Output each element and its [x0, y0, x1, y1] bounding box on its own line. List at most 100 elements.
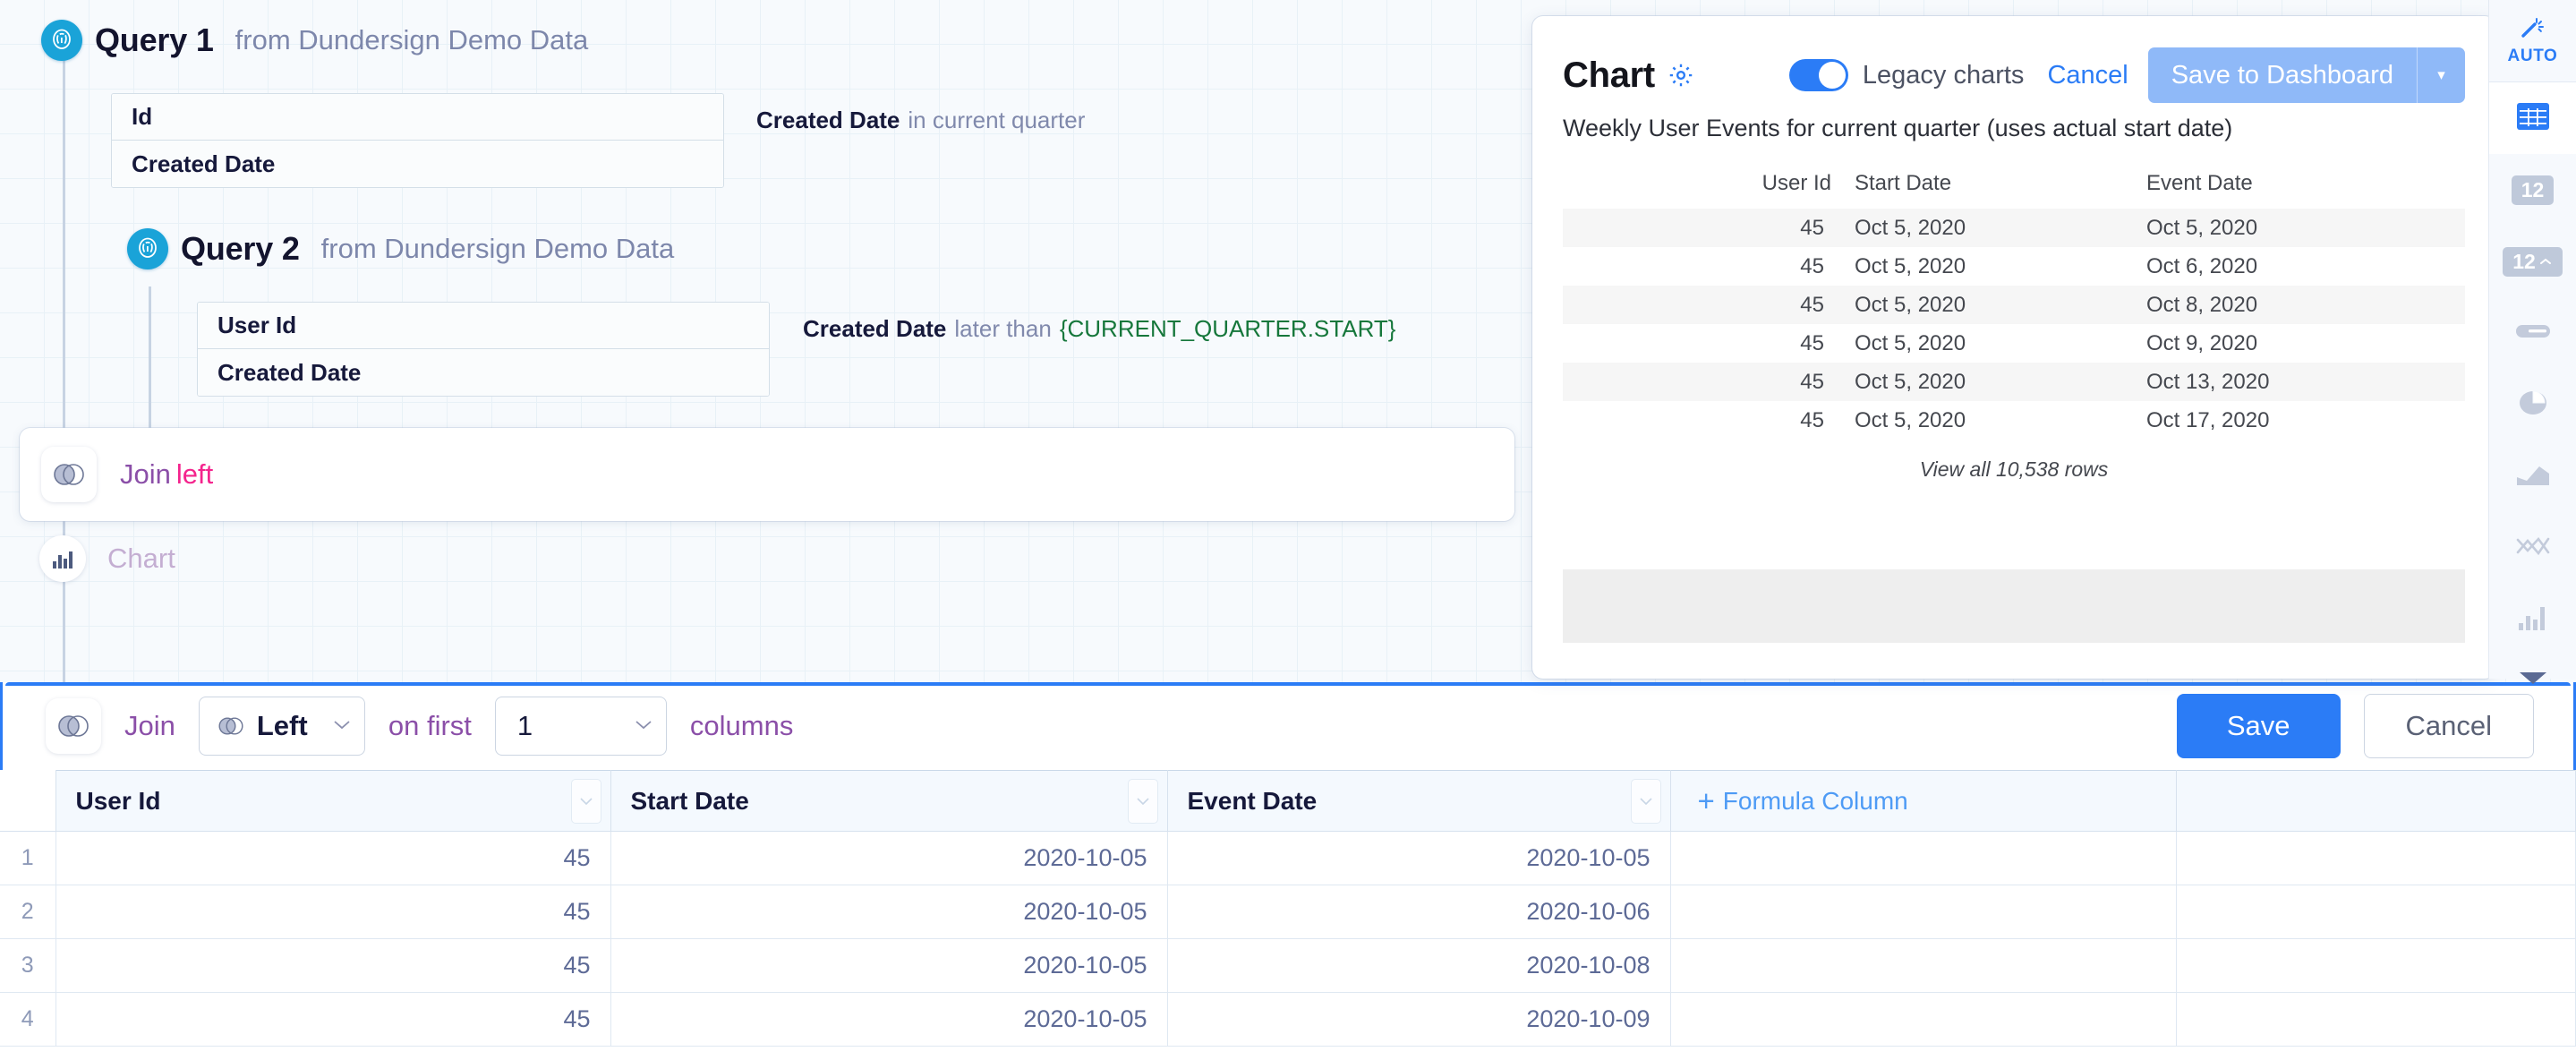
join-columns-select[interactable]: 1 — [494, 697, 667, 756]
cell-user-id[interactable]: 45 — [55, 938, 611, 993]
cell-user-id[interactable]: 45 — [55, 831, 611, 885]
view-all-rows-link[interactable]: View all 10,538 rows — [1563, 457, 2465, 482]
table-row[interactable]: 4 45 2020-10-05 2020-10-09 — [0, 992, 2576, 1047]
legacy-charts-label: Legacy charts — [1862, 60, 2025, 90]
query-2-field-1[interactable]: Created Date — [198, 349, 769, 396]
rail-item-table[interactable] — [2488, 82, 2576, 154]
rail-item-progress[interactable] — [2489, 297, 2576, 369]
table-row[interactable]: 3 45 2020-10-05 2020-10-08 — [0, 938, 2576, 993]
cell-event-date[interactable]: 2020-10-05 — [1166, 831, 1671, 885]
cell-user-id: 45 — [1563, 286, 1831, 324]
rail-item-number-trend[interactable]: 12 — [2489, 226, 2576, 297]
cell-blank — [2175, 831, 2576, 885]
query-2-title: Query 2 — [181, 230, 300, 267]
grid-col-user-id[interactable]: User Id — [55, 770, 611, 832]
chevron-down-icon[interactable] — [1630, 779, 1661, 824]
rail-item-more[interactable] — [2489, 659, 2576, 700]
grid-col-start-date-label: Start Date — [630, 786, 749, 815]
cell-start-date[interactable]: 2020-10-05 — [610, 831, 1168, 885]
table-row: 45 Oct 5, 2020 Oct 5, 2020 — [1563, 209, 2465, 247]
progress-bar-icon — [2515, 323, 2550, 344]
query-1-field-0[interactable]: Id — [112, 94, 723, 141]
rail-item-number[interactable]: 12 — [2489, 154, 2576, 226]
rail-item-area[interactable] — [2489, 440, 2576, 512]
chart-panel-actions: Legacy charts Cancel Save to Dashboard ▾ — [1788, 47, 2465, 103]
chart-col-start-date: Start Date — [1855, 171, 1952, 195]
area-chart-icon — [2516, 463, 2550, 491]
query-2-filter-value: {CURRENT_QUARTER.START} — [1059, 315, 1396, 342]
query-2-source-prefix: from — [320, 233, 377, 264]
cell-formula[interactable] — [1669, 938, 2177, 993]
gear-icon[interactable] — [1668, 62, 1694, 89]
query-1-filter-field: Created Date — [756, 107, 900, 133]
cell-formula[interactable] — [1669, 992, 2177, 1047]
cell-formula[interactable] — [1669, 831, 2177, 885]
chart-panel-footer-placeholder — [1563, 569, 2465, 643]
cell-user-id: 45 — [1800, 253, 1824, 278]
cell-start-date[interactable]: 2020-10-05 — [610, 992, 1168, 1047]
add-formula-column-button[interactable]: + Formula Column — [1669, 770, 2177, 832]
join-card[interactable]: Join left — [20, 428, 1514, 521]
join-editor-toolbar: Join Left on first 1 columns Save Cancel — [0, 682, 2576, 770]
chevron-down-icon[interactable] — [1127, 779, 1158, 824]
cell-event-date[interactable]: 2020-10-08 — [1166, 938, 1671, 993]
query-2-filter[interactable]: Created Date later than {CURRENT_QUARTER.S… — [803, 317, 1395, 340]
cell-event-date: Oct 9, 2020 — [2146, 330, 2258, 355]
cell-start-date: Oct 5, 2020 — [1855, 330, 1966, 355]
query-1-filter[interactable]: Created Date in current quarter — [756, 108, 1085, 132]
cell-start-date: Oct 5, 2020 — [1831, 363, 2127, 401]
cell-user-id[interactable]: 45 — [55, 992, 611, 1047]
chevron-down-icon[interactable]: ▾ — [2417, 47, 2465, 103]
venn-left-join-icon[interactable] — [46, 698, 101, 754]
save-to-dashboard-button[interactable]: Save to Dashboard ▾ — [2147, 47, 2465, 103]
chart-cancel-link[interactable]: Cancel — [2047, 61, 2128, 90]
cell-start-date: Oct 5, 2020 — [1831, 209, 2127, 247]
chart-col-event-date: Event Date — [2146, 171, 2253, 195]
rail-item-auto[interactable]: AUTO — [2488, 0, 2576, 82]
cell-start-date: Oct 5, 2020 — [1831, 286, 2127, 324]
join-type-select[interactable]: Left — [198, 697, 365, 756]
cell-user-id[interactable]: 45 — [55, 885, 611, 939]
cell-start-date[interactable]: 2020-10-05 — [610, 885, 1168, 939]
join-card-word: Join — [120, 458, 171, 490]
rail-item-pie[interactable] — [2489, 369, 2576, 440]
cell-start-date[interactable]: 2020-10-05 — [610, 938, 1168, 993]
chart-panel: Chart Legacy charts Cancel Save to Dashb… — [1532, 16, 2495, 679]
query-1-field-1[interactable]: Created Date — [112, 141, 723, 187]
chart-panel-subtitle: Weekly User Events for current quarter (… — [1563, 115, 2233, 141]
cell-user-id: 45 — [1800, 330, 1824, 355]
cell-blank — [2175, 938, 2576, 993]
cancel-button[interactable]: Cancel — [2363, 694, 2534, 758]
table-row[interactable]: 2 45 2020-10-05 2020-10-06 — [0, 885, 2576, 939]
table-row[interactable]: 1 45 2020-10-05 2020-10-05 — [0, 831, 2576, 885]
query-1-source: Dundersign Demo Data — [298, 24, 589, 56]
cell-event-date[interactable]: 2020-10-09 — [1166, 992, 1671, 1047]
query-2-fields[interactable]: User Id Created Date — [197, 302, 770, 397]
join-card-label: Join left — [120, 458, 213, 491]
rail-item-number-label: 12 — [2521, 177, 2545, 201]
query-node-2[interactable]: Query 2 from Dundersign Demo Data — [127, 228, 674, 269]
rail-item-line[interactable] — [2489, 512, 2576, 584]
query-2-field-0[interactable]: User Id — [198, 303, 769, 349]
query-1-fields[interactable]: Id Created Date — [111, 93, 724, 188]
grid-col-event-date[interactable]: Event Date — [1166, 770, 1671, 832]
venn-left-join-icon — [218, 717, 243, 735]
chart-preview-table: User Id Start Date Event Date 45 Oct 5, … — [1563, 164, 2465, 440]
chart-node[interactable]: Chart — [39, 535, 175, 582]
save-button[interactable]: Save — [2176, 694, 2341, 758]
chart-node-label: Chart — [107, 543, 175, 574]
table-row: 45 Oct 5, 2020 Oct 9, 2020 — [1563, 324, 2465, 363]
grid-header-row: User Id Start Date Event Date + Formula … — [0, 770, 2576, 832]
legacy-charts-toggle[interactable] — [1788, 59, 1848, 91]
grid-col-user-id-label: User Id — [75, 786, 161, 815]
grid-col-start-date[interactable]: Start Date — [610, 770, 1168, 832]
save-to-dashboard-label: Save to Dashboard — [2171, 60, 2393, 90]
rail-item-bar[interactable] — [2489, 584, 2576, 655]
postgres-icon — [41, 20, 82, 61]
table-row: 45 Oct 5, 2020 Oct 8, 2020 — [1563, 286, 2465, 324]
cell-formula[interactable] — [1669, 885, 2177, 939]
query-2-filter-operator: later than — [954, 315, 1052, 342]
chevron-down-icon[interactable] — [570, 779, 601, 824]
query-node-1[interactable]: Query 1 from Dundersign Demo Data — [41, 20, 588, 61]
cell-event-date[interactable]: 2020-10-06 — [1166, 885, 1671, 939]
